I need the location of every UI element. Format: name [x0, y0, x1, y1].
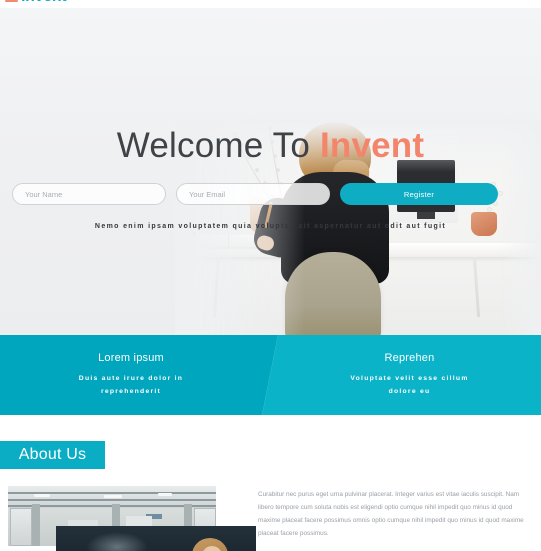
feature-panel-right: Reprehen Voluptate velit esse cillum dol…	[278, 335, 541, 415]
nav-link-home[interactable]: Home	[178, 0, 203, 1]
site-logo[interactable]: Invent	[5, 0, 67, 6]
name-input[interactable]	[12, 183, 166, 205]
register-button[interactable]: Register	[340, 183, 498, 205]
email-input[interactable]	[176, 183, 330, 205]
hero-title-brand: Invent	[319, 126, 425, 165]
signup-form: Register	[12, 183, 498, 205]
feature-right-heading: Reprehen	[384, 351, 435, 364]
about-paragraph: Curabitur nec purus eget urna pulvinar p…	[258, 491, 524, 538]
about-media	[8, 486, 256, 551]
three-bars-icon	[5, 0, 18, 3]
nav-link-services[interactable]: Services	[268, 0, 311, 1]
feature-right-line2: dolore eu	[388, 387, 431, 395]
nav-link-about[interactable]: About	[221, 0, 250, 1]
feature-left-heading: Lorem ipsum	[98, 351, 164, 364]
hero-tagline: Nemo enim ipsam voluptatem quia voluptas…	[94, 223, 447, 230]
hero-section: Welcome To Invent Register Nemo enim ips…	[0, 8, 541, 335]
feature-panel-left: Lorem ipsum Duis aute irure dolor in rep…	[0, 335, 262, 415]
feature-right-line1: Voluptate velit esse cillum	[350, 374, 469, 382]
about-section: About Us Curabitur nec purus eget urna p…	[0, 415, 541, 551]
nav-link-contact[interactable]: Contact	[387, 0, 427, 1]
person-portrait-photo	[56, 526, 256, 551]
nav-links: Home About Services Gallery Contact	[178, 0, 427, 1]
feature-band: Lorem ipsum Duis aute irure dolor in rep…	[0, 335, 541, 415]
logo-text: Invent	[21, 0, 67, 6]
feature-left-line1: Duis aute irure dolor in	[78, 374, 184, 382]
page-title: Welcome To Invent	[0, 126, 541, 166]
nav-link-gallery[interactable]: Gallery	[330, 0, 369, 1]
top-navbar: Invent Home About Services Gallery Conta…	[0, 0, 541, 8]
hero-title-prefix: Welcome To	[116, 126, 320, 165]
about-title: About Us	[0, 441, 105, 469]
feature-left-line2: reprehenderit	[100, 387, 162, 395]
